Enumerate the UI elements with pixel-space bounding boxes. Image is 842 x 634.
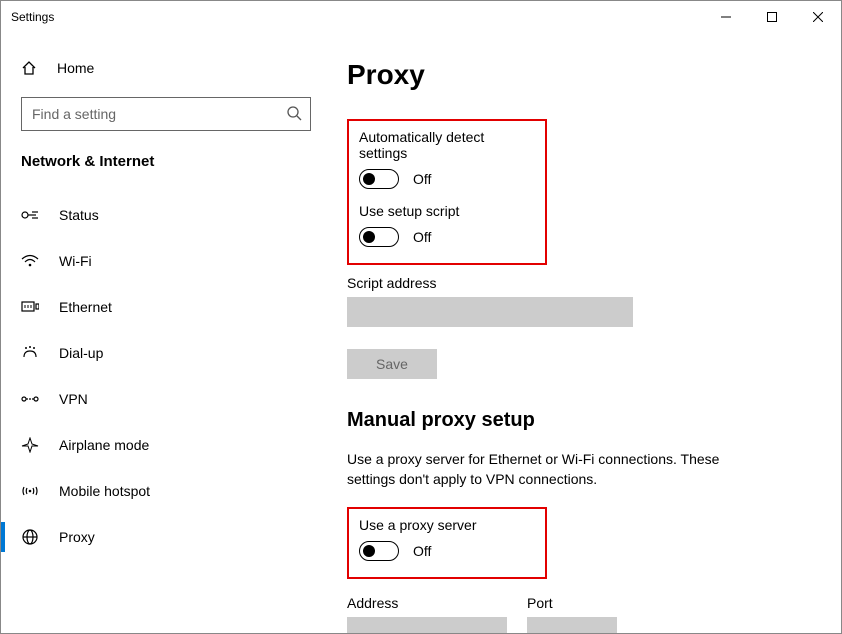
use-proxy-label: Use a proxy server [359,517,535,533]
close-icon [813,12,823,22]
sidebar-item-label: Airplane mode [59,437,149,453]
sidebar-item-proxy[interactable]: Proxy [21,514,319,560]
close-button[interactable] [795,1,841,33]
auto-detect-label: Automatically detect settings [359,129,535,161]
dialup-icon [21,346,45,360]
address-port-row: Address Port [347,589,813,633]
setup-script-toggle[interactable] [359,227,399,247]
sidebar-item-label: Ethernet [59,299,112,315]
auto-detect-toggle[interactable] [359,169,399,189]
sidebar-item-status[interactable]: Status [21,192,319,238]
settings-window: Settings Home [0,0,842,634]
sidebar-item-label: Wi-Fi [59,253,92,269]
script-address-label: Script address [347,275,813,291]
home-icon [21,60,45,76]
content-area: Proxy Automatically detect settings Off … [319,33,841,633]
airplane-icon [21,437,45,453]
setup-script-state: Off [413,229,431,245]
sidebar: Home Network & Internet Status Wi-Fi [1,33,319,633]
sidebar-item-airplane[interactable]: Airplane mode [21,422,319,468]
sidebar-item-label: Dial-up [59,345,103,361]
search-icon [286,105,302,124]
address-input [347,617,507,633]
vpn-icon [21,392,45,406]
use-proxy-toggle-row: Off [359,541,535,561]
highlight-auto-setup: Automatically detect settings Off Use se… [347,119,547,265]
port-label: Port [527,595,617,611]
proxy-icon [21,529,45,545]
use-proxy-toggle[interactable] [359,541,399,561]
ethernet-icon [21,300,45,314]
titlebar: Settings [1,1,841,33]
minimize-button[interactable] [703,1,749,33]
search-box[interactable] [21,97,311,131]
wifi-icon [21,254,45,268]
status-icon [21,208,45,222]
setup-script-toggle-row: Off [359,227,535,247]
window-title: Settings [11,10,703,24]
sidebar-item-label: Status [59,207,99,223]
sidebar-item-ethernet[interactable]: Ethernet [21,284,319,330]
page-title: Proxy [347,59,813,91]
sidebar-item-label: Mobile hotspot [59,483,150,499]
port-input [527,617,617,633]
auto-detect-toggle-row: Off [359,169,535,189]
maximize-button[interactable] [749,1,795,33]
auto-detect-state: Off [413,171,431,187]
sidebar-item-hotspot[interactable]: Mobile hotspot [21,468,319,514]
sidebar-item-label: VPN [59,391,88,407]
manual-setup-description: Use a proxy server for Ethernet or Wi-Fi… [347,450,767,489]
window-body: Home Network & Internet Status Wi-Fi [1,33,841,633]
sidebar-item-vpn[interactable]: VPN [21,376,319,422]
sidebar-item-label: Proxy [59,529,95,545]
hotspot-icon [21,484,45,498]
save-button: Save [347,349,437,379]
setup-script-label: Use setup script [359,203,535,219]
manual-setup-heading: Manual proxy setup [347,409,813,432]
use-proxy-state: Off [413,543,431,559]
search-input[interactable] [30,105,286,123]
sidebar-item-wifi[interactable]: Wi-Fi [21,238,319,284]
highlight-use-proxy: Use a proxy server Off [347,507,547,579]
category-heading: Network & Internet [21,153,319,170]
home-label: Home [57,60,94,76]
script-address-input [347,297,633,327]
sidebar-item-dialup[interactable]: Dial-up [21,330,319,376]
home-link[interactable]: Home [21,47,319,89]
address-label: Address [347,595,507,611]
maximize-icon [767,12,777,22]
minimize-icon [721,12,731,22]
window-controls [703,1,841,33]
